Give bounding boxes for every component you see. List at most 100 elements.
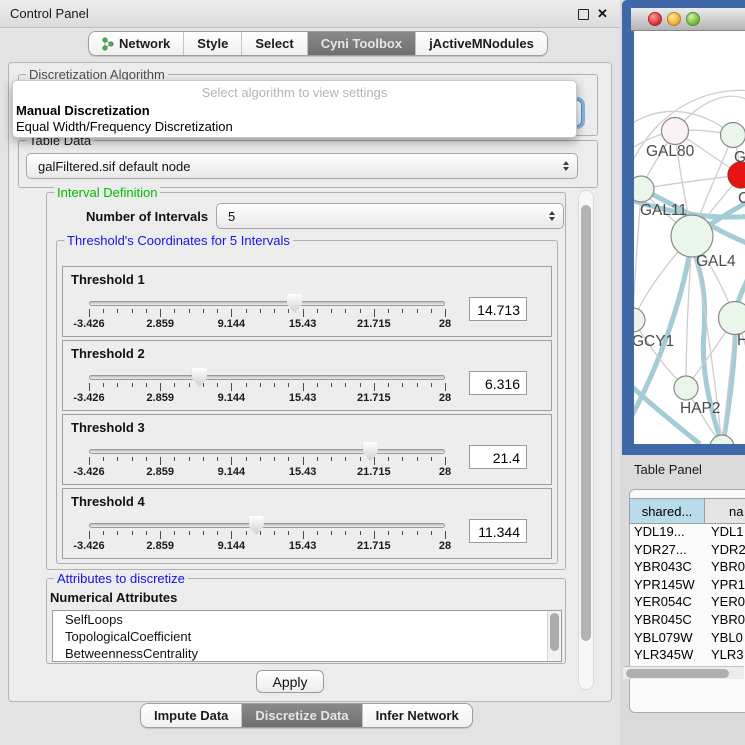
table-horizontal-scrollbar-thumb[interactable] — [626, 669, 729, 678]
network-edge — [723, 269, 745, 444]
float-window-icon[interactable] — [578, 9, 589, 20]
close-icon[interactable]: ✕ — [597, 6, 608, 22]
tab-select[interactable]: Select — [242, 32, 307, 55]
threshold-label: Threshold 3 — [71, 420, 145, 435]
slider-tick — [246, 531, 247, 535]
table-cell-shared-name[interactable]: YDL19... — [629, 524, 705, 542]
slider-tick — [388, 457, 389, 461]
network-node-gcy1[interactable] — [634, 308, 645, 332]
threshold-value-field[interactable]: 6.316 — [469, 371, 527, 395]
table-cell-shared-name[interactable]: YER054C — [629, 594, 705, 612]
slider-tick — [388, 383, 389, 387]
attributes-list-scrollbar[interactable] — [547, 611, 561, 661]
threshold-label: Threshold 1 — [71, 272, 145, 287]
slider-tick — [360, 457, 361, 461]
attribute-list-item[interactable]: TopologicalCoefficient — [53, 628, 561, 645]
table-row[interactable]: YPR145WYPR1 — [629, 577, 745, 595]
tab-network[interactable]: Network — [89, 32, 184, 55]
tab-jactivemnodules[interactable]: jActiveMNodules — [416, 32, 547, 55]
slider-tick-label: 28 — [439, 392, 451, 404]
threshold-slider-track[interactable] — [89, 375, 445, 380]
network-node-hap2[interactable] — [674, 376, 698, 400]
table-cell-name[interactable]: YBL0 — [705, 630, 745, 648]
popup-option-manual-discretization[interactable]: Manual Discretization — [16, 103, 150, 118]
number-of-intervals-label: Number of Intervals — [86, 209, 208, 224]
table-cell-name[interactable]: YBR0 — [705, 612, 745, 630]
number-of-intervals-combo[interactable]: 5 — [216, 203, 564, 229]
table-row[interactable]: YDR27...YDR2 — [629, 542, 745, 560]
network-canvas[interactable]: GAL80GCGAL11GAL4GCY1HHAP2 — [634, 31, 745, 444]
threshold-value-field[interactable]: 11.344 — [469, 519, 527, 543]
network-node-h[interactable] — [719, 302, 745, 335]
threshold-slider-scale: -3.4262.8599.14415.4321.71528 — [89, 531, 445, 557]
network-node-gal80[interactable] — [662, 118, 689, 145]
table-cell-name[interactable]: YER0 — [705, 594, 745, 612]
slider-tick — [274, 457, 275, 461]
panel-vertical-scrollbar[interactable] — [578, 190, 594, 690]
threshold-slider-scale: -3.4262.8599.14415.4321.71528 — [89, 383, 445, 409]
slider-tick — [246, 383, 247, 387]
table-cell-shared-name[interactable]: YBL079W — [629, 630, 705, 648]
tab-style[interactable]: Style — [184, 32, 242, 55]
tab-impute-data[interactable]: Impute Data — [141, 704, 242, 727]
table-cell-name[interactable]: YBR0 — [705, 559, 745, 577]
table-row[interactable]: YBR043CYBR0 — [629, 559, 745, 577]
network-node-gal11[interactable] — [634, 176, 654, 202]
panel-vertical-scrollbar-thumb[interactable] — [581, 205, 591, 641]
slider-tick — [402, 309, 403, 313]
table-cell-shared-name[interactable]: YPR145W — [629, 577, 705, 595]
slider-tick — [203, 309, 204, 313]
slider-tick-label: 2.859 — [146, 318, 174, 330]
attribute-list-item[interactable]: SelfLoops — [53, 611, 561, 628]
table-cell-name[interactable]: YLR3 — [705, 647, 745, 665]
table-row[interactable]: YBL079WYBL0 — [629, 630, 745, 648]
slider-tick — [431, 383, 432, 387]
threshold-panel: Threshold 2 -3.4262.8599.14415.4321.7152… — [62, 340, 552, 411]
slider-tick — [360, 309, 361, 313]
table-cell-shared-name[interactable]: YBR045C — [629, 612, 705, 630]
table-cell-shared-name[interactable]: YBR043C — [629, 559, 705, 577]
table-cell-shared-name[interactable]: YLR345W — [629, 647, 705, 665]
table-cell-name[interactable]: YPR1 — [705, 577, 745, 595]
slider-tick-label: -3.426 — [73, 392, 104, 404]
slider-tick — [189, 457, 190, 461]
slider-tick — [160, 309, 161, 317]
network-node-c[interactable] — [728, 162, 745, 188]
network-node-gal4[interactable] — [671, 215, 713, 257]
network-node[interactable] — [710, 435, 734, 444]
attribute-list-item[interactable]: BetweennessCentrality — [53, 645, 561, 662]
network-window-titlebar[interactable] — [631, 8, 745, 31]
zoom-traffic-light-icon[interactable] — [686, 12, 700, 26]
table-row[interactable]: YLR345WYLR3 — [629, 647, 745, 665]
tab-cyni-toolbox[interactable]: Cyni Toolbox — [308, 32, 416, 55]
numerical-attributes-list[interactable]: SelfLoopsTopologicalCoefficientBetweenne… — [52, 610, 562, 662]
slider-tick — [146, 309, 147, 313]
table-cell-name[interactable]: YDR2 — [705, 542, 745, 560]
minimize-traffic-light-icon[interactable] — [667, 12, 681, 26]
close-traffic-light-icon[interactable] — [648, 12, 662, 26]
network-node-label: GAL80 — [646, 143, 695, 160]
threshold-slider-track[interactable] — [89, 449, 445, 454]
apply-button[interactable]: Apply — [256, 670, 324, 693]
table-horizontal-scrollbar[interactable] — [623, 666, 744, 679]
table-row[interactable]: YDL19...YDL1 — [629, 524, 745, 542]
tab-discretize-data[interactable]: Discretize Data — [242, 704, 362, 727]
table-cell-name[interactable]: YDL1 — [705, 524, 745, 542]
slider-tick-label: 9.144 — [218, 466, 246, 478]
popup-option-equal-width-frequency[interactable]: Equal Width/Frequency Discretization — [16, 119, 233, 134]
column-header-shared-name[interactable]: shared... — [629, 498, 705, 524]
network-node-label: HAP2 — [680, 400, 721, 417]
table-cell-shared-name[interactable]: YDR27... — [629, 542, 705, 560]
threshold-value-field[interactable]: 14.713 — [469, 297, 527, 321]
table-row[interactable]: YER054CYER0 — [629, 594, 745, 612]
slider-tick-label: 15.43 — [289, 392, 317, 404]
attributes-list-scrollbar-thumb[interactable] — [550, 613, 559, 651]
table-data-combo[interactable]: galFiltered.sif default node — [26, 153, 578, 179]
tab-infer-network[interactable]: Infer Network — [363, 704, 472, 727]
threshold-value-field[interactable]: 21.4 — [469, 445, 527, 469]
table-row[interactable]: YBR045CYBR0 — [629, 612, 745, 630]
threshold-slider-track[interactable] — [89, 523, 445, 528]
threshold-slider-track[interactable] — [89, 301, 445, 306]
column-header-name[interactable]: na — [705, 498, 745, 524]
network-node-g[interactable] — [721, 123, 745, 148]
